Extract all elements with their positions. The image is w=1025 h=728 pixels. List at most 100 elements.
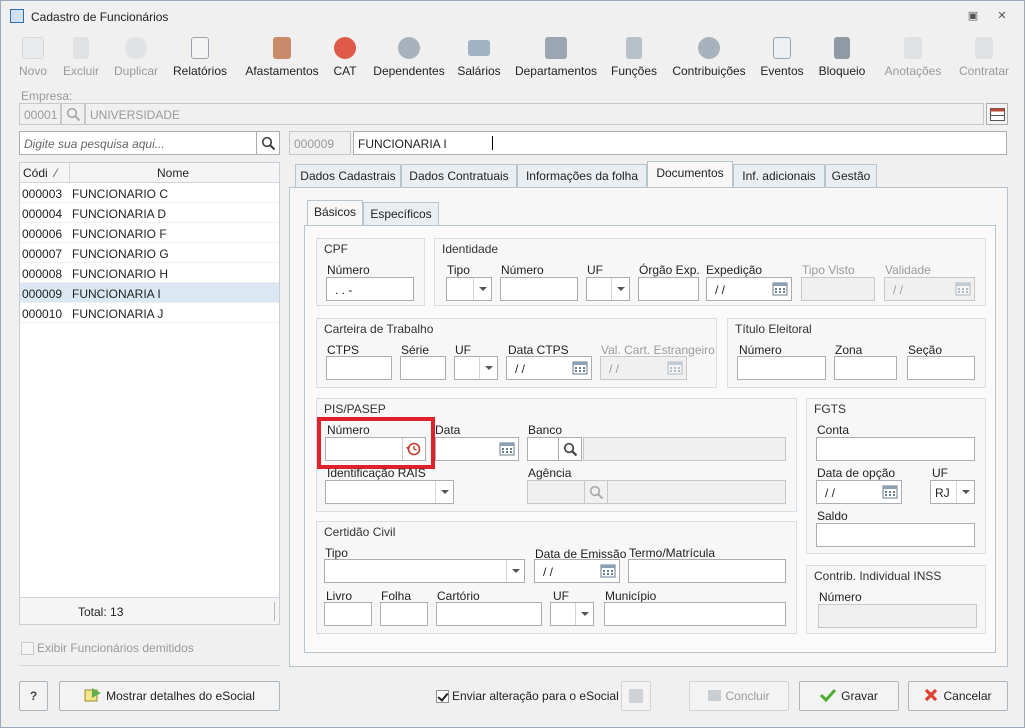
certidao-tipo-select[interactable]	[324, 559, 525, 583]
tab-documentos[interactable]: Documentos	[647, 161, 733, 187]
save-button[interactable]: Gravar	[799, 681, 899, 711]
send-esocial-checkbox[interactable]	[436, 690, 449, 703]
pis-data-label: Data	[435, 423, 461, 437]
toolbar-functions-button[interactable]: Funções	[609, 33, 659, 81]
toolbar-events-button[interactable]: Eventos	[759, 33, 805, 81]
concluir-button: Concluir	[689, 681, 789, 711]
certidao-uf-select[interactable]	[550, 602, 594, 626]
restore-icon[interactable]: ▣	[966, 10, 980, 22]
pis-banco-input[interactable]	[527, 437, 559, 461]
certidao-data-emissao-date[interactable]: / /	[534, 559, 620, 583]
ctps-number-input[interactable]	[326, 356, 392, 380]
pis-numero-highlight	[317, 417, 435, 469]
id-numero-input[interactable]	[500, 277, 578, 301]
tab-inf-adicionais[interactable]: Inf. adicionais	[733, 164, 825, 188]
tab-dados-contratuais[interactable]: Dados Contratuais	[401, 164, 517, 188]
pis-banco-label: Banco	[528, 423, 563, 437]
titulo-secao-input[interactable]	[907, 356, 975, 380]
toolbar-hire-button[interactable]: Contratar	[955, 33, 1013, 81]
certidao-municipio-input[interactable]	[604, 602, 786, 626]
toolbar-notes-button[interactable]: Anotações	[881, 33, 945, 81]
cancel-x-icon	[925, 688, 938, 702]
subtab-especificos[interactable]: Específicos	[363, 202, 439, 226]
toolbar-contributions-button[interactable]: Contribuições	[669, 33, 749, 81]
fgts-saldo-input[interactable]	[816, 523, 975, 547]
hire-icon	[975, 37, 993, 59]
certidao-folha-input[interactable]	[380, 602, 428, 626]
tab-gestao[interactable]: Gestão	[825, 164, 877, 188]
fgts-saldo-label: Saldo	[817, 509, 848, 523]
tab-dados-cadastrais[interactable]: Dados Cadastrais	[295, 164, 401, 188]
calendar-icon[interactable]	[497, 439, 517, 459]
toolbar-departments-button[interactable]: Departamentos	[513, 33, 599, 81]
printer-icon	[708, 690, 722, 701]
toolbar-duplicate-button[interactable]: Duplicar	[111, 33, 161, 81]
ctps-date[interactable]: / /	[506, 356, 592, 380]
certidao-livro-input[interactable]	[324, 602, 372, 626]
toolbar-delete-button[interactable]: Excluir	[61, 33, 101, 81]
titulo-numero-input[interactable]	[737, 356, 826, 380]
search-input[interactable]: Digite sua pesquisa aqui...	[19, 131, 257, 155]
column-code-header[interactable]: Códi	[23, 166, 48, 180]
table-row[interactable]: 000008 FUNCIONARIO H	[20, 263, 279, 283]
esocial-details-button[interactable]: Mostrar detalhes do eSocial	[59, 681, 280, 711]
id-tipo-select[interactable]	[446, 277, 492, 301]
empresa-label: Empresa:	[21, 89, 73, 103]
ctps-uf-select[interactable]	[454, 356, 498, 380]
row-name: FUNCIONARIA J	[72, 307, 164, 321]
calendar-icon[interactable]	[598, 561, 618, 581]
toolbar-cat-button[interactable]: CAT	[329, 33, 361, 81]
id-expedicao-date[interactable]: / /	[706, 277, 792, 301]
inss-title: Contrib. Individual INSS	[814, 569, 942, 583]
table-row[interactable]: 000003 FUNCIONARIO C	[20, 183, 279, 203]
cpf-number-label: Número	[327, 263, 370, 277]
certidao-cartorio-input[interactable]	[436, 602, 542, 626]
certidao-municipio-label: Município	[605, 589, 657, 603]
certidao-termo-input[interactable]	[628, 559, 786, 583]
pis-data-date[interactable]	[435, 437, 519, 461]
empresa-code-field: 00001	[19, 103, 61, 125]
subtab-basicos[interactable]: Básicos	[307, 200, 363, 227]
titulo-zona-input[interactable]	[834, 356, 897, 380]
show-dismissed-checkbox[interactable]	[21, 642, 34, 655]
column-name-header[interactable]: Nome	[157, 166, 189, 180]
table-row[interactable]: 000006 FUNCIONARIO F	[20, 223, 279, 243]
titulo-zona-label: Zona	[835, 343, 863, 357]
calendar-icon[interactable]	[570, 358, 590, 378]
pis-agencia-input	[527, 480, 585, 504]
id-uf-select[interactable]	[586, 277, 630, 301]
calendar-icon[interactable]	[770, 279, 790, 299]
fgts-conta-input[interactable]	[816, 437, 975, 461]
pis-banco-search-button[interactable]	[558, 437, 582, 461]
id-orgao-input[interactable]	[638, 277, 699, 301]
table-row[interactable]: 000004 FUNCIONARIA D	[20, 203, 279, 223]
close-icon[interactable]: ✕	[995, 10, 1009, 22]
table-row[interactable]: 000010 FUNCIONARIA J	[20, 303, 279, 323]
toolbar-reports-button[interactable]: Relatórios	[171, 33, 229, 81]
toolbar-salaries-button[interactable]: Salários	[457, 33, 501, 81]
table-row[interactable]: 000007 FUNCIONARIO G	[20, 243, 279, 263]
tab-informacoes-folha[interactable]: Informações da folha	[517, 164, 647, 188]
employee-name-field[interactable]: FUNCIONARIA I	[353, 131, 1007, 155]
toolbar-leaves-button[interactable]: Afastamentos	[243, 33, 321, 81]
titulo-title: Título Eleitoral	[735, 322, 812, 336]
toolbar-new-button[interactable]: Novo	[15, 33, 51, 81]
pis-title: PIS/PASEP	[324, 402, 386, 416]
toolbar-lock-button[interactable]: Bloqueio	[815, 33, 869, 81]
fgts-data-opcao-date[interactable]: / /	[816, 480, 902, 504]
chevron-down-icon	[479, 357, 497, 379]
ctps-serie-input[interactable]	[400, 356, 446, 380]
search-button[interactable]	[256, 131, 280, 155]
certidao-folha-label: Folha	[381, 589, 412, 603]
fgts-uf-select[interactable]: RJ	[930, 480, 975, 504]
empresa-grid-button[interactable]	[986, 103, 1008, 125]
cpf-number-input[interactable]: . . -	[326, 277, 414, 301]
pis-rais-select[interactable]	[325, 480, 454, 504]
search-icon	[66, 107, 81, 122]
toolbar-dependents-button[interactable]: Dependentes	[371, 33, 447, 81]
employee-list[interactable]: Códi ⁄ Nome 000003 FUNCIONARIO C 000004 FUN…	[19, 162, 280, 625]
table-row[interactable]: 000009 FUNCIONARIA I	[20, 283, 279, 303]
help-button[interactable]: ?	[19, 681, 48, 711]
calendar-icon[interactable]	[880, 482, 900, 502]
cancel-button[interactable]: Cancelar	[908, 681, 1008, 711]
